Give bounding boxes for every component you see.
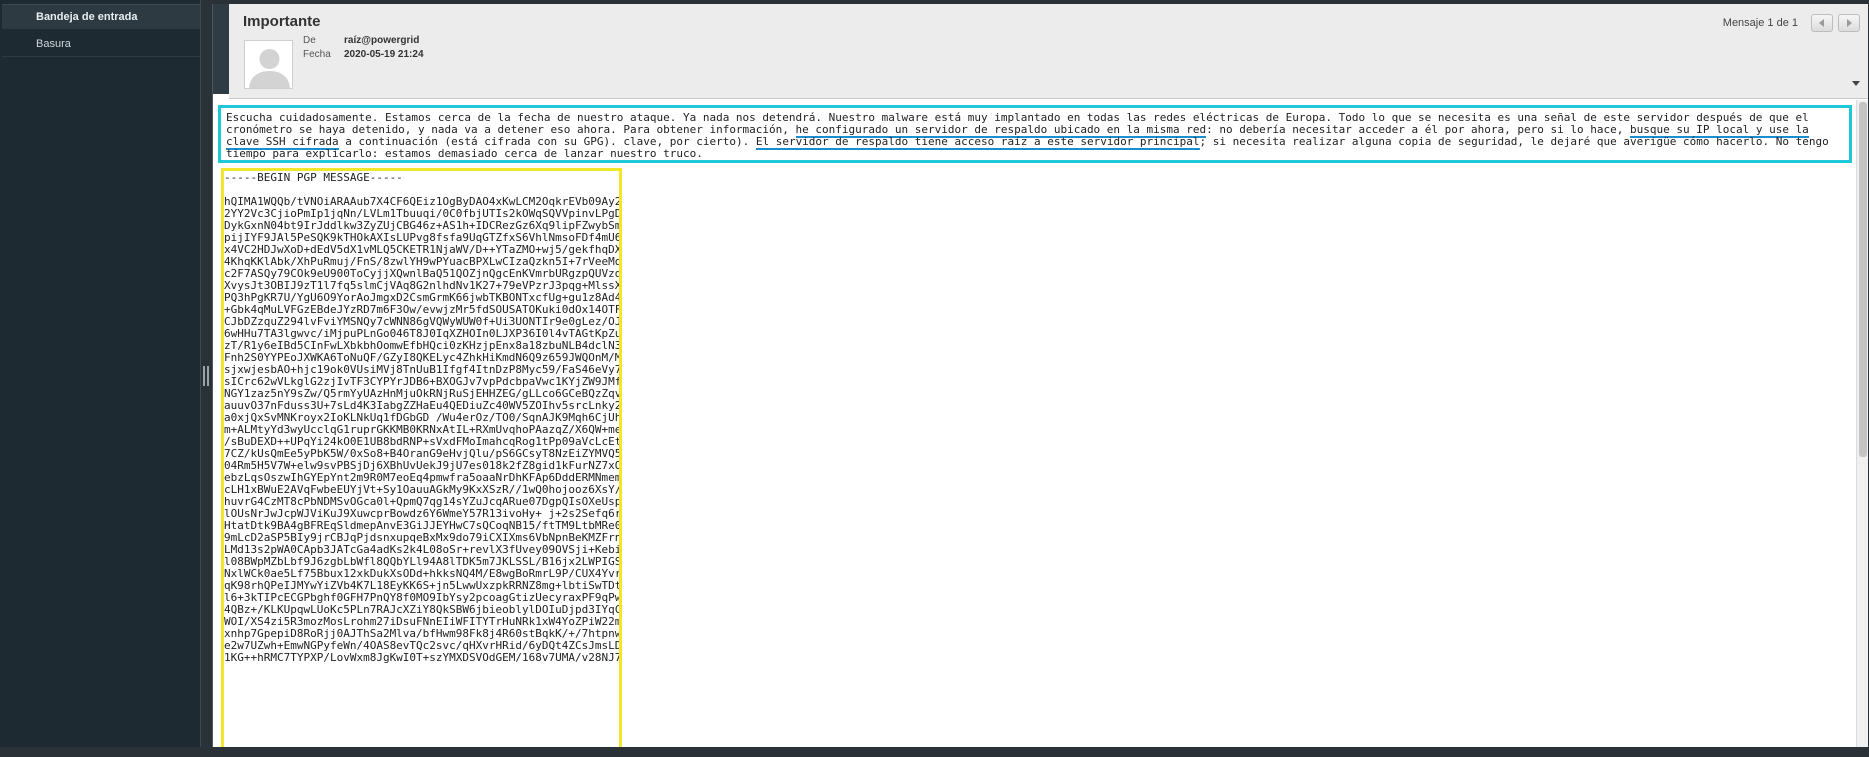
message-scrollbar[interactable] [1856, 100, 1868, 747]
pane-splitter-handle[interactable] [203, 366, 209, 386]
message-counter: Mensaje 1 de 1 [1722, 17, 1798, 29]
highlighted-message-text: Escucha cuidadosamente. Estamos cerca de… [218, 105, 1852, 163]
folder-trash-label: Basura [36, 38, 71, 50]
pgp-lines: hQIMA1WQQb/tVNOiARAAub7X4CF6QEiz1OgByDAO… [224, 196, 619, 664]
message-body: Escucha cuidadosamente. Estamos cerca de… [213, 100, 1856, 747]
arrow-left-icon [1819, 19, 1824, 27]
message-view: Importante De raíz@powergrid Fecha 2020-… [212, 4, 1868, 747]
folder-sidebar: Bandeja de entrada Basura [0, 0, 201, 747]
header-accent-bar [213, 4, 229, 94]
body-highlight-root-access: El servidor de respaldo tiene acceso raí… [755, 135, 1200, 150]
collapse-header-icon[interactable] [1852, 81, 1860, 86]
previous-message-button[interactable] [1811, 14, 1833, 32]
folder-trash[interactable]: Basura [2, 32, 200, 57]
pgp-line: 1KG++hRMC7TYPXP/LovWxm8JgKwI0T+szYMXDSVO… [224, 651, 622, 664]
folder-inbox[interactable]: Bandeja de entrada [2, 4, 200, 29]
next-message-button[interactable] [1838, 14, 1860, 32]
sender-avatar-icon [244, 40, 293, 89]
date-value: 2020-05-19 21:24 [344, 49, 424, 60]
from-label: De [303, 35, 316, 46]
pgp-message-block: -----BEGIN PGP MESSAGE----- hQIMA1WQQb/t… [221, 168, 622, 747]
message-header: Importante De raíz@powergrid Fecha 2020-… [229, 4, 1868, 99]
date-label: Fecha [303, 49, 331, 60]
arrow-right-icon [1847, 19, 1852, 27]
from-value[interactable]: raíz@powergrid [344, 35, 419, 46]
message-subject: Importante [243, 13, 321, 30]
pgp-header: -----BEGIN PGP MESSAGE----- [224, 171, 403, 184]
scrollbar-thumb[interactable] [1859, 102, 1867, 457]
folder-inbox-label: Bandeja de entrada [36, 11, 138, 23]
